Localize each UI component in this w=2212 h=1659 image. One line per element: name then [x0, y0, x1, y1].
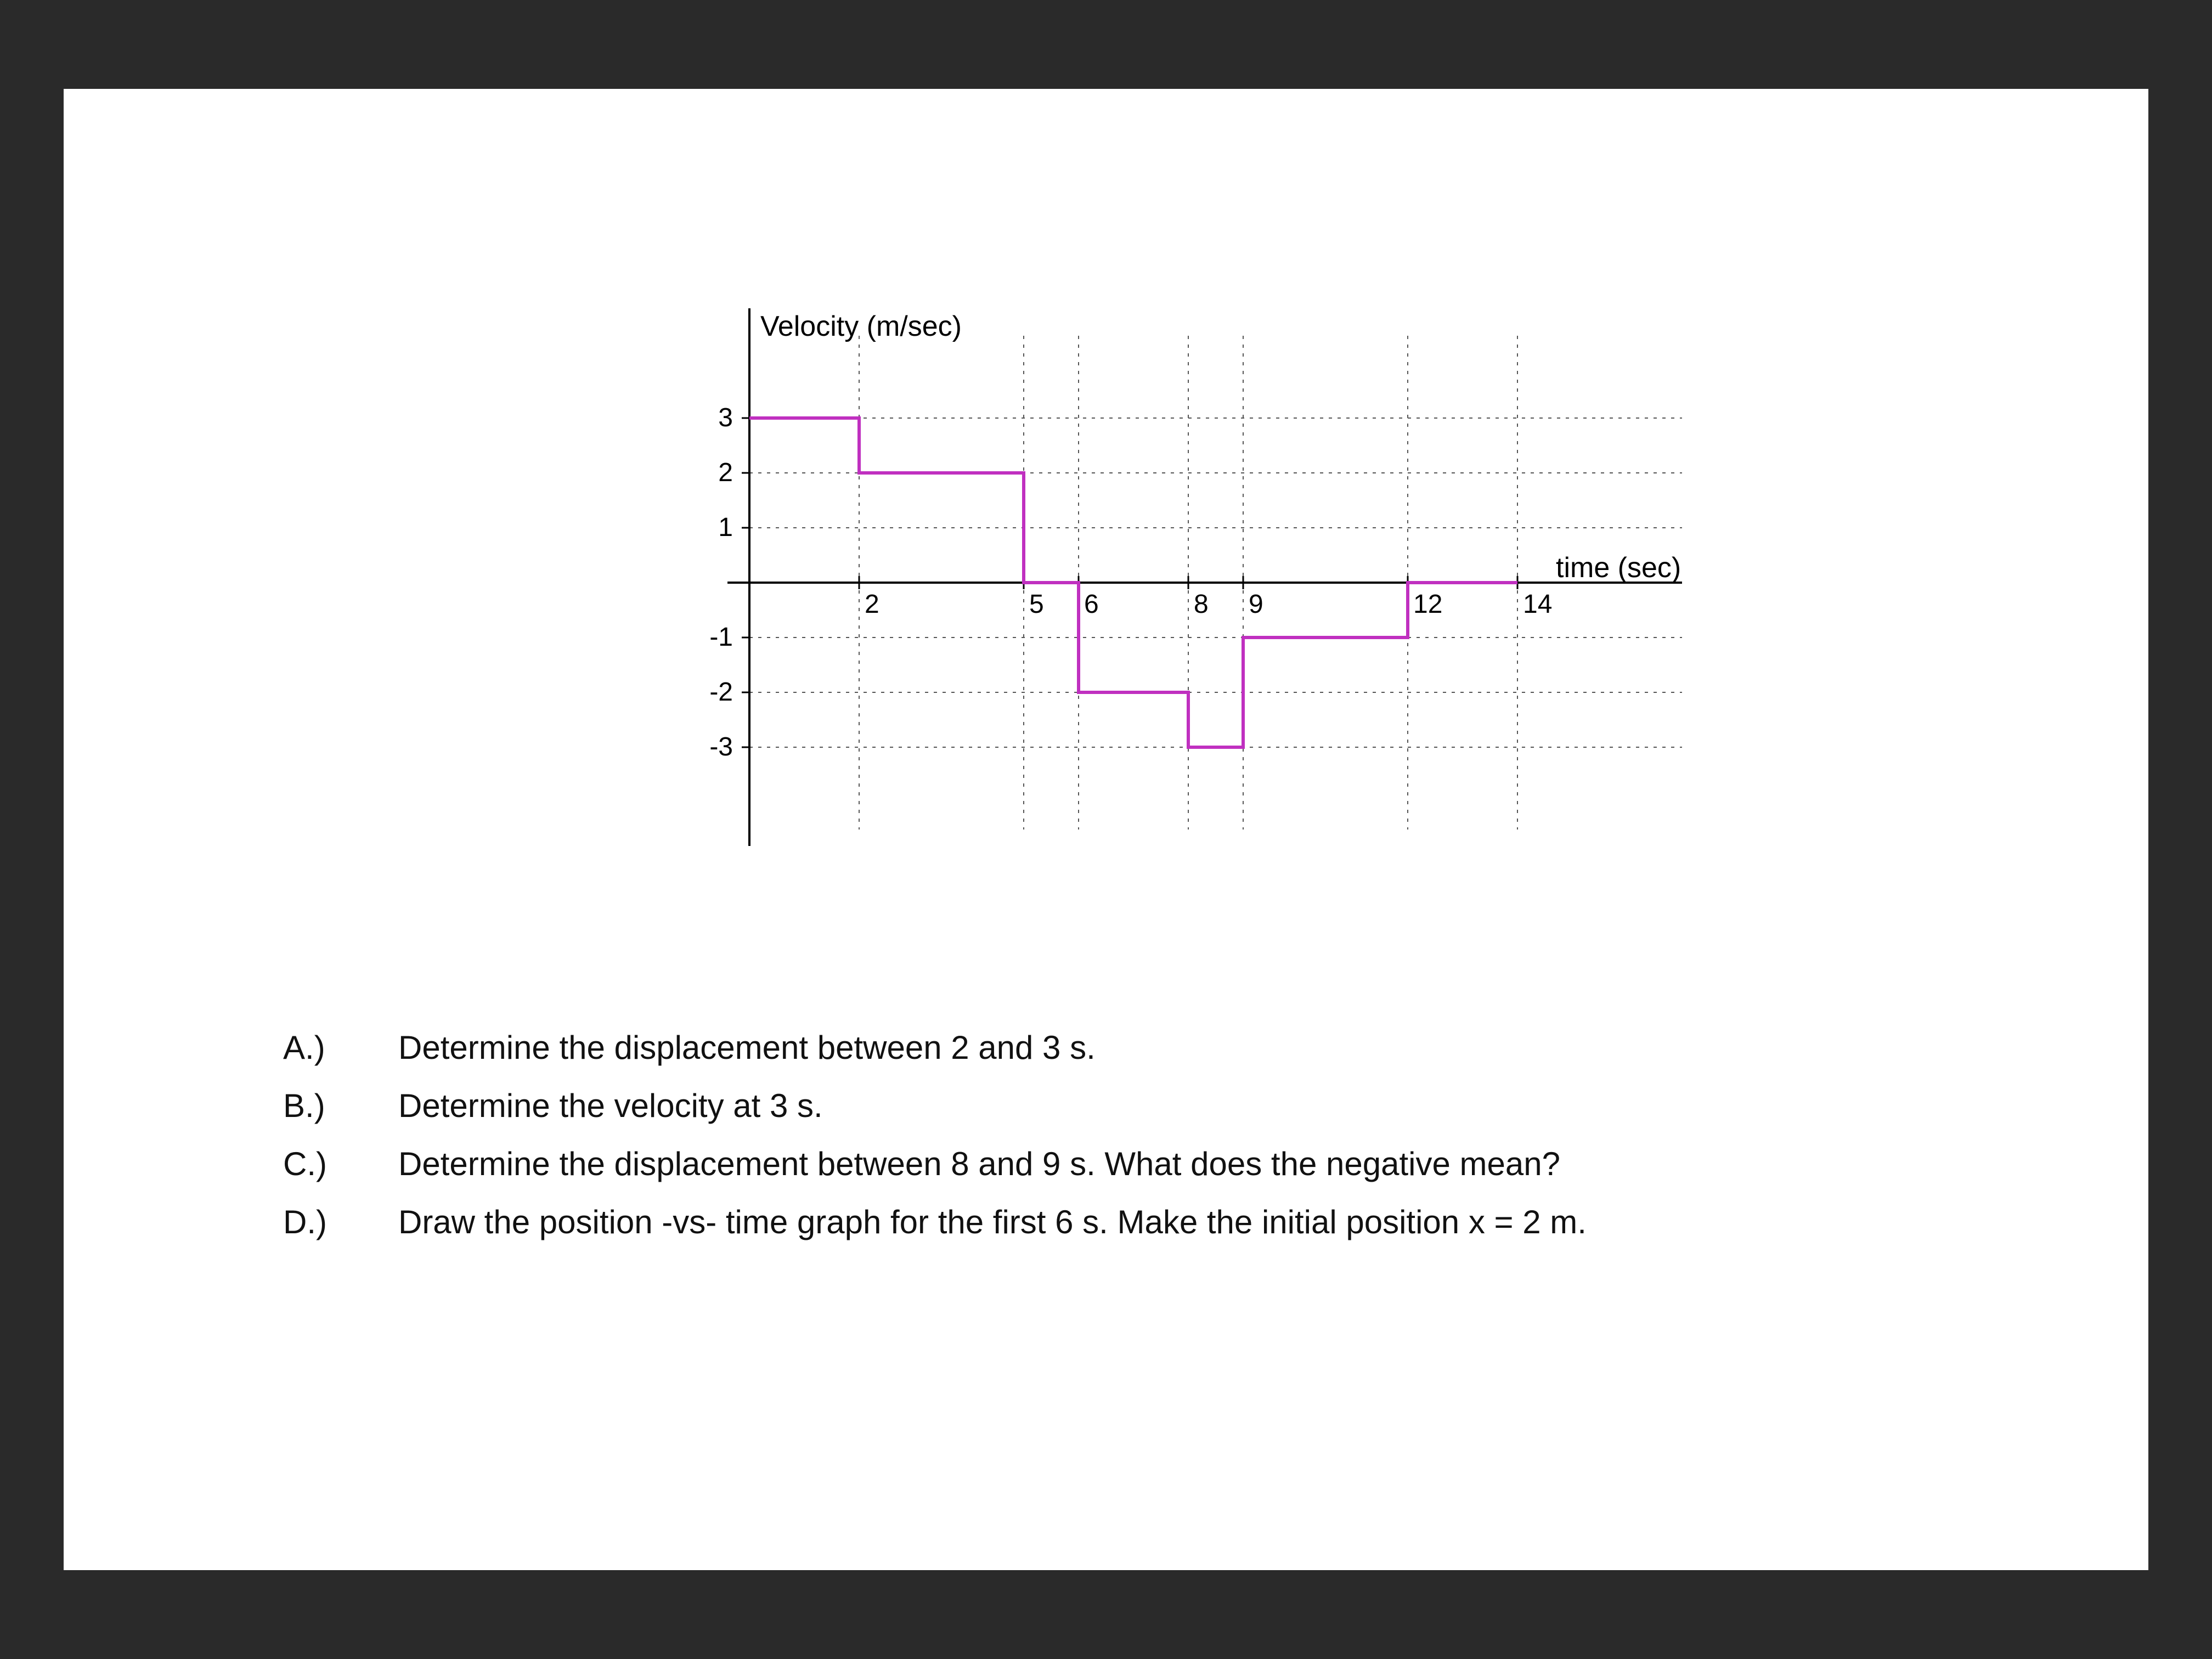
- x-tick-8: 8: [1194, 590, 1209, 619]
- y-tick-n3: -3: [709, 732, 733, 761]
- question-text: Determine the displacement between 8 and…: [398, 1138, 1560, 1190]
- y-tick-2: 2: [718, 458, 733, 487]
- question-list: A.) Determine the displacement between 2…: [283, 1022, 1587, 1254]
- question-label: D.): [283, 1196, 349, 1249]
- question-text: Draw the position -vs- time graph for th…: [398, 1196, 1587, 1249]
- x-tick-14: 14: [1523, 590, 1552, 619]
- question-label: C.): [283, 1138, 349, 1190]
- x-tick-5: 5: [1029, 590, 1044, 619]
- question-label: B.): [283, 1080, 349, 1132]
- question-text: Determine the velocity at 3 s.: [398, 1080, 823, 1132]
- question-d: D.) Draw the position -vs- time graph fo…: [283, 1196, 1587, 1249]
- x-tick-9: 9: [1249, 590, 1263, 619]
- y-axis-label: Velocity (m/sec): [760, 311, 962, 342]
- y-tick-3: 3: [718, 403, 733, 432]
- question-label: A.): [283, 1022, 349, 1074]
- question-c: C.) Determine the displacement between 8…: [283, 1138, 1587, 1190]
- y-tick-1: 1: [718, 513, 733, 542]
- y-tick-n1: -1: [709, 623, 733, 652]
- question-text: Determine the displacement between 2 and…: [398, 1022, 1096, 1074]
- x-axis-label: time (sec): [1556, 552, 1681, 584]
- velocity-time-chart: 3 2 1 -1 -2 -3 2 5: [667, 253, 1709, 912]
- x-tick-12: 12: [1413, 590, 1442, 619]
- question-b: B.) Determine the velocity at 3 s.: [283, 1080, 1587, 1132]
- question-a: A.) Determine the displacement between 2…: [283, 1022, 1587, 1074]
- y-tick-n2: -2: [709, 678, 733, 707]
- x-tick-2: 2: [865, 590, 879, 619]
- worksheet-page: 3 2 1 -1 -2 -3 2 5: [64, 89, 2148, 1570]
- x-tick-6: 6: [1084, 590, 1099, 619]
